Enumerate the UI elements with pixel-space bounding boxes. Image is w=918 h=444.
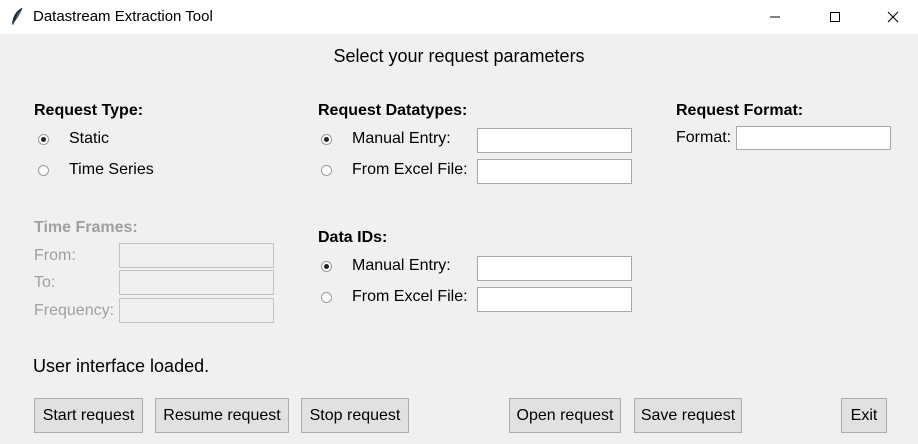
close-icon <box>887 11 899 23</box>
radio-dataids-excel-indicator[interactable] <box>321 291 332 303</box>
datatypes-manual-input[interactable] <box>477 128 632 153</box>
minimize-icon <box>770 16 780 18</box>
radio-datatypes-manual[interactable]: Manual Entry: <box>321 130 451 148</box>
start-request-button[interactable]: Start request <box>34 398 143 433</box>
open-request-button[interactable]: Open request <box>509 398 621 433</box>
radio-dataids-manual[interactable]: Manual Entry: <box>321 257 451 275</box>
from-label: From: <box>34 247 76 264</box>
radio-datatypes-manual-label: Manual Entry: <box>352 130 451 147</box>
radio-dataids-excel[interactable]: From Excel File: <box>321 288 468 306</box>
radio-time-series[interactable]: Time Series <box>38 161 154 179</box>
save-request-button[interactable]: Save request <box>634 398 742 433</box>
exit-button[interactable]: Exit <box>841 398 887 433</box>
window-title: Datastream Extraction Tool <box>33 8 213 25</box>
format-input[interactable] <box>736 126 891 150</box>
radio-datatypes-excel-indicator[interactable] <box>321 164 332 176</box>
radio-time-series-indicator[interactable] <box>38 164 49 176</box>
maximize-button[interactable] <box>812 0 858 34</box>
radio-static[interactable]: Static <box>38 130 109 148</box>
request-datatypes-title: Request Datatypes: <box>318 102 468 119</box>
radio-time-series-label: Time Series <box>69 161 154 178</box>
request-format-title: Request Format: <box>676 102 804 119</box>
page-title: Select your request parameters <box>333 46 585 66</box>
radio-static-label: Static <box>69 130 110 147</box>
data-ids-title: Data IDs: <box>318 229 388 246</box>
from-input[interactable] <box>119 243 274 268</box>
radio-dataids-manual-label: Manual Entry: <box>352 257 451 274</box>
radio-dataids-excel-label: From Excel File: <box>352 288 468 305</box>
to-label: To: <box>34 274 56 291</box>
radio-datatypes-excel[interactable]: From Excel File: <box>321 161 468 179</box>
to-input[interactable] <box>119 270 274 295</box>
radio-datatypes-manual-indicator[interactable] <box>321 133 332 145</box>
frequency-input[interactable] <box>119 298 274 323</box>
minimize-button[interactable] <box>752 0 798 34</box>
radio-static-indicator[interactable] <box>38 133 49 145</box>
maximize-icon <box>830 12 840 22</box>
radio-datatypes-excel-label: From Excel File: <box>352 161 468 178</box>
status-text: User interface loaded. <box>33 356 210 376</box>
dataids-manual-input[interactable] <box>477 256 632 281</box>
close-button[interactable] <box>870 0 916 34</box>
frequency-label: Frequency: <box>34 302 115 319</box>
datatypes-excel-input[interactable] <box>477 159 632 184</box>
dataids-excel-input[interactable] <box>477 287 632 312</box>
radio-dataids-manual-indicator[interactable] <box>321 260 332 272</box>
format-label: Format: <box>676 129 732 146</box>
title-bar: Datastream Extraction Tool <box>0 0 918 34</box>
resume-request-button[interactable]: Resume request <box>155 398 289 433</box>
time-frames-title: Time Frames: <box>34 219 138 236</box>
stop-request-button[interactable]: Stop request <box>301 398 409 433</box>
request-type-title: Request Type: <box>34 102 144 119</box>
feather-icon <box>10 7 24 27</box>
